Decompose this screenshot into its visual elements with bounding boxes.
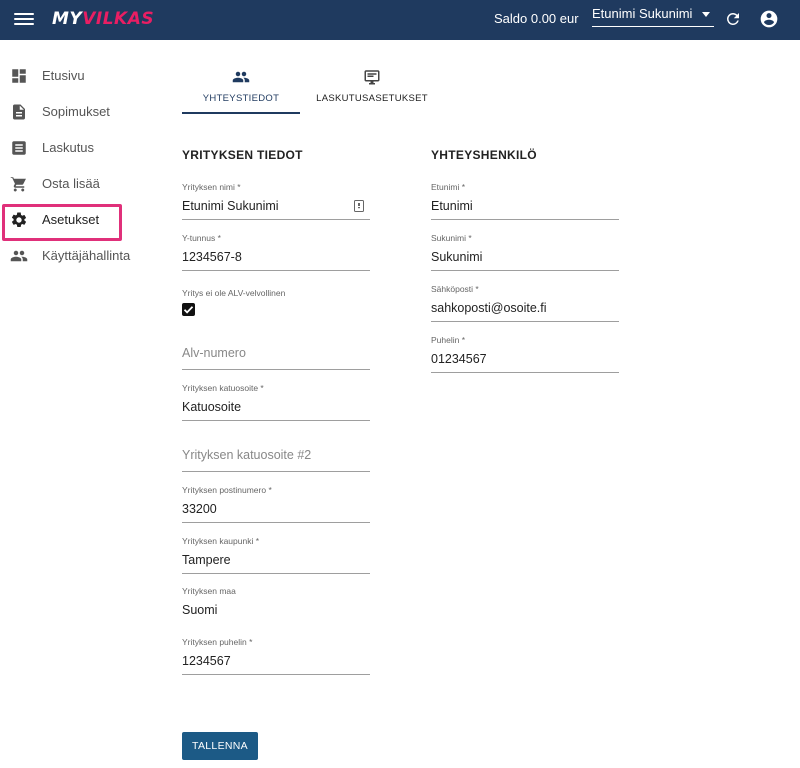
field-label: Yrityksen maa <box>182 586 236 596</box>
company-section-title: YRITYKSEN TIEDOT <box>182 148 303 162</box>
field-label: Etunimi * <box>431 182 466 192</box>
alv-number-field[interactable] <box>182 332 370 370</box>
email-field[interactable]: Sähköposti * <box>431 284 619 322</box>
field-label: Yrityksen puhelin * <box>182 637 253 647</box>
company-name-field[interactable]: Yrityksen nimi * <box>182 182 370 220</box>
tab-bar: YHTEYSTIEDOT LASKUTUSASETUKSET <box>182 62 442 114</box>
first-name-field[interactable]: Etunimi * <box>431 182 619 220</box>
sidebar-item-label: Käyttäjähallinta <box>42 248 131 263</box>
sidebar-item-etusivu[interactable]: Etusivu <box>0 58 150 94</box>
contact-section-title: YHTEYSHENKILÖ <box>431 148 537 162</box>
invoice-icon <box>12 141 26 155</box>
field-label: Sukunimi * <box>431 233 472 243</box>
sidebar-item-laskutus[interactable]: Laskutus <box>0 130 150 166</box>
ytunnus-input[interactable] <box>182 250 352 264</box>
field-label: Puhelin * <box>431 335 466 345</box>
sidebar: Etusivu Sopimukset Laskutus Osta lisää A… <box>0 40 150 768</box>
field-label: Sähköposti * <box>431 284 479 294</box>
account-icon[interactable] <box>759 9 779 29</box>
street-input[interactable] <box>182 400 352 414</box>
people-icon <box>232 71 250 83</box>
postal-input[interactable] <box>182 502 352 516</box>
company-name-input[interactable] <box>182 199 352 213</box>
monitor-icon <box>364 70 380 85</box>
sidebar-item-label: Laskutus <box>42 140 95 155</box>
balance-text: Saldo 0.00 eur <box>494 11 579 26</box>
postal-field[interactable]: Yrityksen postinumero * <box>182 485 370 523</box>
refresh-icon[interactable] <box>724 10 742 28</box>
company-phone-input[interactable] <box>182 654 352 668</box>
sidebar-item-osta-lisaa[interactable]: Osta lisää <box>0 166 150 202</box>
sidebar-item-label: Asetukset <box>42 212 100 227</box>
email-input[interactable] <box>431 301 601 315</box>
gear-icon <box>11 212 27 227</box>
tab-laskutusasetukset[interactable]: LASKUTUSASETUKSET <box>312 62 432 114</box>
field-label: Yrityksen postinumero * <box>182 485 272 495</box>
first-name-input[interactable] <box>431 199 601 213</box>
contact-phone-input[interactable] <box>431 352 601 366</box>
dashboard-icon <box>12 69 26 83</box>
alv-number-input[interactable] <box>182 346 352 360</box>
field-label: Yrityksen kaupunki * <box>182 536 260 546</box>
users-icon <box>10 250 28 262</box>
check-icon <box>183 306 194 314</box>
country-field: Yrityksen maa Suomi <box>182 586 370 624</box>
sidebar-item-label: Etusivu <box>42 68 85 83</box>
tab-label: LASKUTUSASETUKSET <box>316 93 428 104</box>
last-name-field[interactable]: Sukunimi * <box>431 233 619 271</box>
street2-input[interactable] <box>182 448 352 462</box>
sidebar-item-asetukset[interactable]: Asetukset <box>0 202 150 238</box>
ytunnus-field[interactable]: Y-tunnus * <box>182 233 370 271</box>
field-label: Yrityksen katuosoite * <box>182 383 264 393</box>
tab-yhteystiedot[interactable]: YHTEYSTIEDOT <box>182 62 300 114</box>
logo[interactable]: MYVILKAS <box>52 9 154 29</box>
sidebar-item-label: Sopimukset <box>42 104 110 119</box>
city-input[interactable] <box>182 553 352 567</box>
company-phone-field[interactable]: Yrityksen puhelin * <box>182 637 370 675</box>
menu-icon[interactable] <box>14 10 34 30</box>
field-label: Y-tunnus * <box>182 233 221 243</box>
save-button[interactable]: TALLENNA <box>182 732 258 760</box>
cart-icon <box>10 176 26 192</box>
field-label: Yrityksen nimi * <box>182 182 241 192</box>
country-value: Suomi <box>182 603 218 617</box>
street2-field[interactable] <box>182 434 370 472</box>
tab-label: YHTEYSTIEDOT <box>202 93 280 104</box>
contact-card-icon[interactable] <box>354 200 364 212</box>
sidebar-item-label: Osta lisää <box>42 176 100 191</box>
sidebar-item-kayttajahallinta[interactable]: Käyttäjähallinta <box>0 238 150 274</box>
alv-checkbox[interactable] <box>182 303 195 316</box>
alv-checkbox-label: Yritys ei ole ALV-velvollinen <box>182 288 286 298</box>
last-name-input[interactable] <box>431 250 601 264</box>
document-icon <box>13 104 25 120</box>
user-name: Etunimi Sukunimi <box>592 6 693 21</box>
sidebar-item-sopimukset[interactable]: Sopimukset <box>0 94 150 130</box>
caret-down-icon <box>702 12 710 17</box>
top-bar: MYVILKAS Saldo 0.00 eur Etunimi Sukunimi <box>0 0 800 40</box>
city-field[interactable]: Yrityksen kaupunki * <box>182 536 370 574</box>
user-dropdown[interactable]: Etunimi Sukunimi <box>592 6 714 27</box>
street-field[interactable]: Yrityksen katuosoite * <box>182 383 370 421</box>
contact-phone-field[interactable]: Puhelin * <box>431 335 619 373</box>
